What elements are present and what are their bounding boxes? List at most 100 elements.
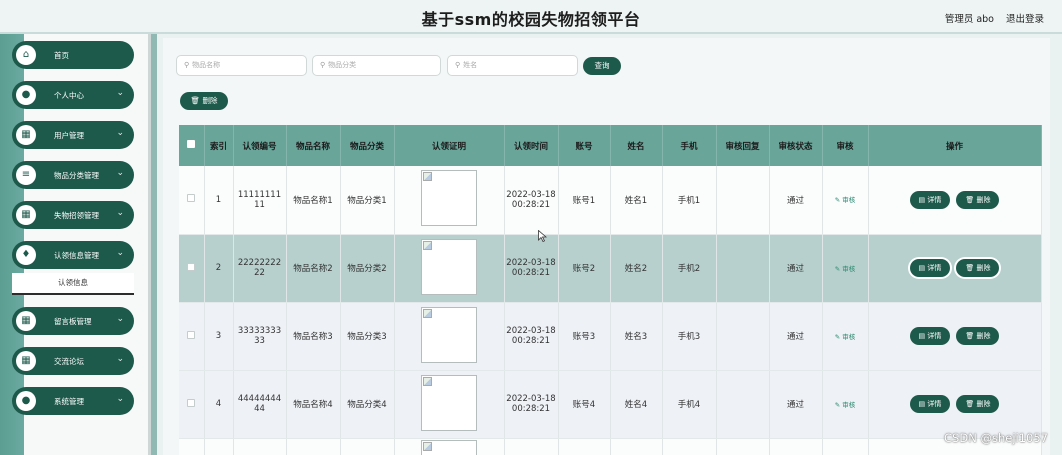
table-row[interactable]: 4 44444444 44 物品名称4 物品分类4 2022-03-18 00:28:2… [179, 370, 1042, 439]
table-cell [504, 438, 559, 455]
search-icon: ⚲ [320, 61, 326, 69]
table-row[interactable]: 3 33333333 33 物品名称3 物品分类3 2022-03-18 00:28:2… [179, 302, 1042, 371]
header-account: 账号 [558, 125, 611, 166]
table-cell [340, 438, 395, 455]
cell-person: 姓名2 [610, 234, 663, 303]
batch-delete-button[interactable]: 🗑 删除 [180, 92, 228, 110]
table-cell [179, 438, 205, 455]
broken-image-icon [423, 308, 432, 318]
audit-link[interactable]: ✎ 审核 [835, 333, 856, 341]
detail-button[interactable]: ▤ 详情 [909, 327, 951, 345]
sidebar-item-1[interactable]: ● 个人中心 ⌄ [12, 81, 134, 109]
header-item-name: 物品名称 [286, 125, 341, 166]
cell-code: 22222222 22 [233, 234, 287, 303]
broken-image-icon [423, 376, 432, 386]
grid-icon: ▦ [16, 351, 36, 371]
sidebar-item-5[interactable]: ♦ 认领信息管理 ⌄ [12, 241, 134, 269]
table-cell [558, 438, 611, 455]
broken-image-icon [423, 442, 432, 451]
page-title: 基于ssm的校园失物招领平台 [421, 10, 641, 29]
cell-actions: ▤ 详情 🗑 删除 [868, 166, 1042, 235]
delete-button-label: 删除 [976, 264, 991, 272]
cell-phone: 手机3 [662, 302, 717, 371]
cell-account: 账号2 [558, 234, 611, 303]
sidebar-item-8[interactable]: ● 系统管理 ⌄ [12, 387, 134, 415]
submenu-item-claim-info[interactable]: 认领信息 [12, 273, 134, 295]
search-icon: ⚲ [184, 61, 190, 69]
delete-button[interactable]: 🗑 删除 [956, 259, 1000, 277]
logout-link[interactable]: 退出登录 [1006, 11, 1044, 25]
trash-icon: 🗑 [965, 195, 977, 204]
trash-icon: 🗑 [965, 400, 977, 408]
row-select-cell[interactable] [179, 370, 205, 439]
sidebar-item-4[interactable]: ▦ 失物招领管理 ⌄ [12, 201, 134, 229]
cell-index: 1 [204, 166, 234, 235]
cell-actions: ▤ 详情 🗑 删除 [868, 370, 1042, 439]
sidebar-item-label: 认领信息管理 [54, 251, 99, 260]
sidebar-item-label: 用户管理 [54, 131, 84, 140]
proof-image[interactable] [421, 238, 477, 295]
select-all-cell[interactable] [179, 125, 205, 166]
broken-image-icon [423, 172, 432, 182]
delete-button[interactable]: 🗑 删除 [956, 395, 1000, 413]
broken-image-icon [423, 240, 432, 250]
cell-item-name: 物品名称1 [286, 166, 341, 235]
detail-button[interactable]: ▤ 详情 [909, 395, 951, 413]
cell-audit: ✎ 审核 [822, 370, 869, 439]
audit-label: 审核 [842, 264, 856, 273]
detail-button[interactable]: ▤ 详情 [909, 259, 951, 277]
query-button[interactable]: 查询 [583, 57, 621, 75]
row-select-cell[interactable] [179, 166, 205, 235]
row-checkbox[interactable] [187, 330, 196, 339]
row-checkbox[interactable] [187, 398, 196, 407]
delete-button[interactable]: 🗑 删除 [956, 190, 1000, 209]
audit-link[interactable]: ✎ 审核 [835, 265, 856, 273]
sidebar-item-6[interactable]: ▦ 留言板管理 ⌄ [12, 307, 134, 335]
row-checkbox[interactable] [187, 194, 196, 203]
cell-person: 姓名4 [610, 370, 663, 439]
delete-button[interactable]: 🗑 删除 [956, 327, 1000, 345]
sidebar-item-label: 交流论坛 [54, 357, 84, 366]
cell-account: 账号1 [558, 166, 611, 235]
audit-link[interactable]: ✎ 审核 [835, 196, 856, 204]
proof-image[interactable] [421, 440, 477, 455]
proof-image[interactable] [421, 170, 477, 227]
cell-index: 3 [204, 302, 234, 371]
search-item-category-input[interactable]: ⚲ 物品分类 [312, 55, 441, 76]
table-cell [716, 438, 770, 455]
cell-account: 账号3 [558, 302, 611, 371]
search-person-name-placeholder: 姓名 [463, 61, 478, 69]
search-item-name-placeholder: 物品名称 [192, 61, 221, 69]
cell-phone: 手机1 [662, 166, 717, 235]
sidebar: ⌂ 首页 ● 个人中心 ⌄ ▦ 用户管理 ⌄ ≡ 物品分类管理 ⌄ ▦ 失物招领管理 ⌄ ♦ 认领信息管理 ⌄ ▦… [0, 34, 157, 455]
main-content: ⚲ 物品名称 ⚲ 物品分类 ⚲ 姓名 查询 🗑 删除 索引 认领编号 物品名称 物品分… [163, 38, 1050, 455]
chevron-down-icon: ⌄ [116, 128, 124, 138]
audit-link[interactable]: ✎ 审核 [835, 401, 856, 409]
detail-button[interactable]: ▤ 详情 [909, 190, 951, 209]
row-select-cell[interactable] [179, 302, 205, 371]
header-person: 姓名 [610, 125, 663, 166]
sidebar-item-2[interactable]: ▦ 用户管理 ⌄ [12, 121, 134, 149]
table-row[interactable]: 2 22222222 22 物品名称2 物品分类2 2022-03-18 00:28:2… [179, 234, 1042, 303]
grid-icon: ▦ [16, 205, 36, 225]
search-item-name-input[interactable]: ⚲ 物品名称 [176, 55, 307, 76]
sidebar-item-label: 留言板管理 [54, 317, 92, 326]
search-person-name-input[interactable]: ⚲ 姓名 [447, 55, 578, 76]
row-select-cell[interactable] [179, 234, 205, 303]
detail-button-label: 详情 [927, 264, 942, 272]
cell-proof [394, 234, 505, 303]
table-row[interactable] [179, 438, 1042, 455]
admin-label: 管理员 abo [944, 14, 994, 25]
claim-table: 索引 认领编号 物品名称 物品分类 认领证明 认领时间 账号 姓名 手机 审核回… [179, 125, 1042, 455]
sidebar-item-7[interactable]: ▦ 交流论坛 ⌄ [12, 347, 134, 375]
sidebar-item-3[interactable]: ≡ 物品分类管理 ⌄ [12, 161, 134, 189]
table-row[interactable]: 1 11111111 11 物品名称1 物品分类1 2022-03-18 00:28:2… [179, 166, 1042, 235]
select-all-checkbox[interactable] [187, 140, 196, 148]
header-category: 物品分类 [340, 125, 395, 166]
row-checkbox[interactable] [187, 262, 196, 271]
proof-image[interactable] [421, 374, 477, 431]
proof-image[interactable] [421, 306, 477, 363]
sidebar-item-0[interactable]: ⌂ 首页 [12, 41, 134, 69]
header-index: 索引 [204, 125, 234, 166]
cell-category: 物品分类4 [340, 370, 395, 439]
